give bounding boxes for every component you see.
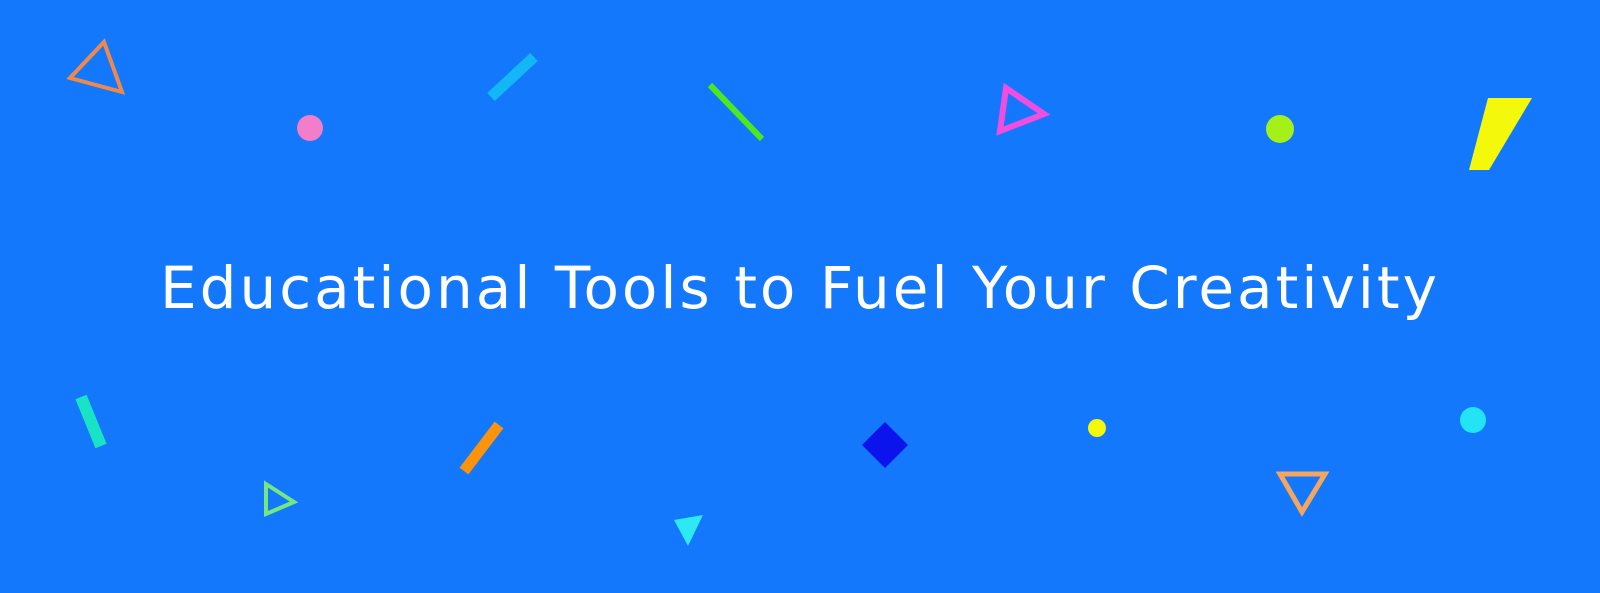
triangle-outline-icon: [1275, 471, 1330, 517]
dash-icon: [459, 421, 504, 475]
dot-icon: [1088, 419, 1106, 437]
headline: Educational Tools to Fuel Your Creativit…: [160, 254, 1440, 322]
dash-icon: [487, 52, 538, 102]
triangle-outline-icon: [66, 38, 126, 95]
triangle-outline-icon: [996, 82, 1051, 136]
dash-icon: [75, 394, 107, 449]
dot-icon: [1460, 407, 1486, 433]
hero-banner: Educational Tools to Fuel Your Creativit…: [0, 0, 1600, 593]
triangle-icon: [674, 515, 703, 546]
diamond-icon: [862, 422, 908, 468]
slash-icon: [1469, 98, 1532, 170]
dot-icon: [1266, 115, 1294, 143]
dot-icon: [297, 115, 323, 141]
triangle-outline-icon: [264, 480, 299, 518]
dash-icon: [707, 82, 765, 142]
